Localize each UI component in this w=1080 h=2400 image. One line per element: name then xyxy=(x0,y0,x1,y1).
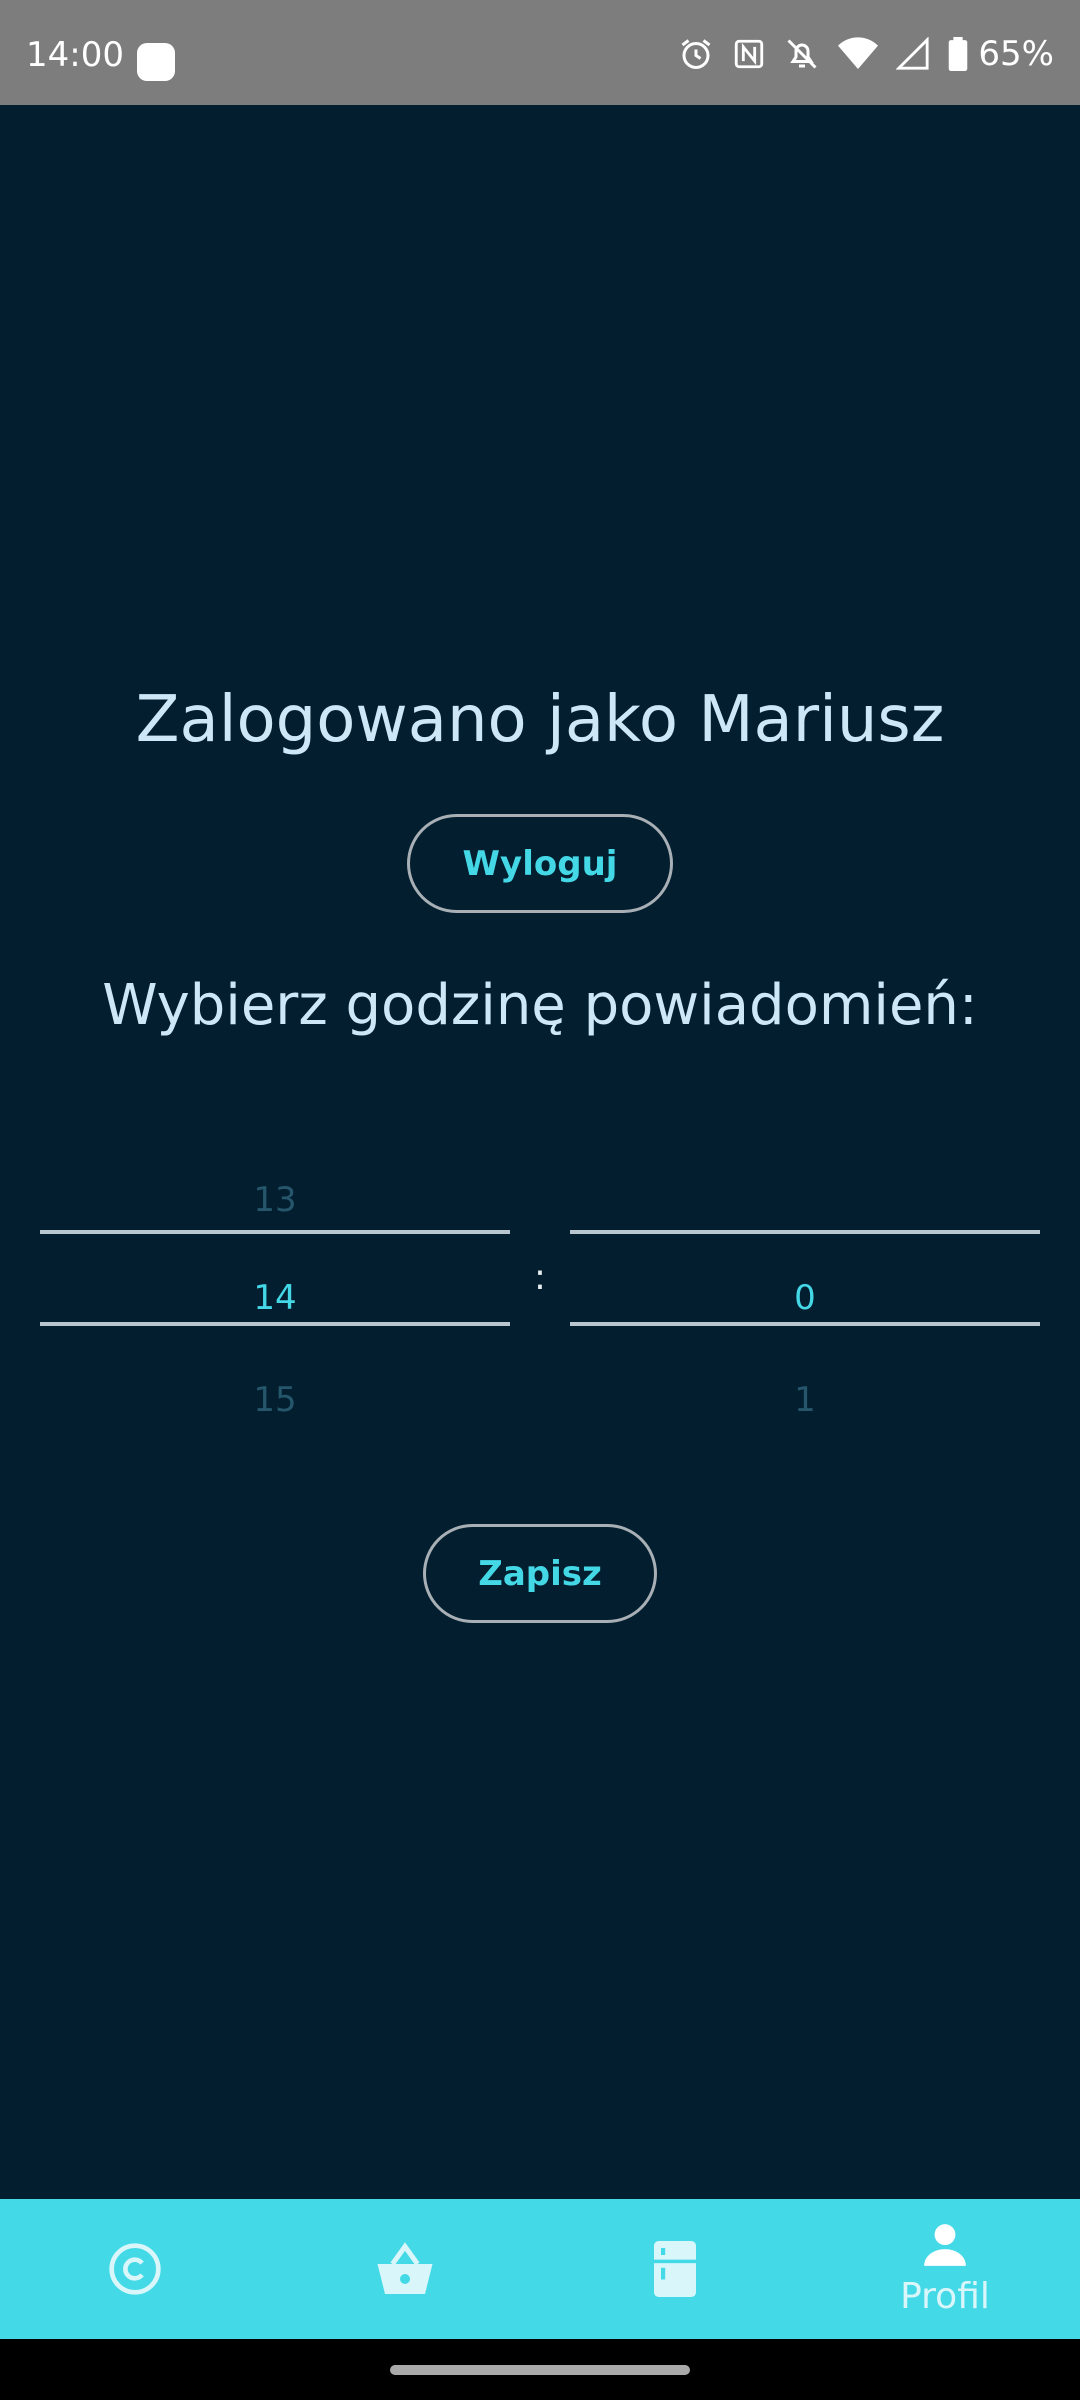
nav-item-profile[interactable]: Profil xyxy=(810,2199,1080,2339)
nav-item-fridge[interactable] xyxy=(540,2199,810,2339)
basket-icon xyxy=(377,2242,433,2294)
time-separator: : xyxy=(533,1257,547,1298)
hour-divider-top xyxy=(40,1230,510,1234)
status-time: 14:00 xyxy=(26,35,124,75)
hour-divider-bottom xyxy=(40,1322,510,1326)
minute-divider-bottom xyxy=(570,1322,1040,1326)
save-button[interactable]: Zapisz xyxy=(423,1524,657,1623)
person-icon xyxy=(924,2224,966,2266)
copyright-icon xyxy=(109,2243,161,2295)
signal-icon xyxy=(896,37,930,70)
nav-label-profile: Profil xyxy=(900,2276,990,2317)
logged-in-title: Zalogowano jako Mariusz xyxy=(135,683,945,757)
notifications-off-icon xyxy=(787,39,817,69)
notification-time-heading: Wybierz godzinę powiadomień: xyxy=(102,973,978,1038)
fridge-icon xyxy=(654,2241,696,2297)
app-notification-icon xyxy=(137,43,175,81)
minute-selected[interactable]: 0 xyxy=(570,1278,1040,1318)
battery-icon xyxy=(949,37,968,71)
alarm-icon xyxy=(682,39,711,69)
minute-next[interactable]: 1 xyxy=(570,1380,1040,1420)
hour-next[interactable]: 15 xyxy=(40,1380,510,1420)
hour-prev[interactable]: 13 xyxy=(40,1180,510,1220)
home-gesture-handle[interactable] xyxy=(390,2365,690,2375)
wifi-icon xyxy=(838,37,879,69)
minute-divider-top xyxy=(570,1230,1040,1234)
nav-item-basket[interactable] xyxy=(270,2199,540,2339)
nfc-icon xyxy=(735,39,764,69)
logout-button[interactable]: Wyloguj xyxy=(407,814,673,913)
nav-item-copyright[interactable] xyxy=(0,2199,270,2339)
status-icons: 65% xyxy=(678,34,1054,74)
bottom-navigation: Profil xyxy=(0,2199,1080,2339)
hour-selected[interactable]: 14 xyxy=(40,1278,510,1318)
battery-percentage: 65% xyxy=(978,34,1054,74)
status-bar: 14:00 65% xyxy=(0,0,1080,105)
